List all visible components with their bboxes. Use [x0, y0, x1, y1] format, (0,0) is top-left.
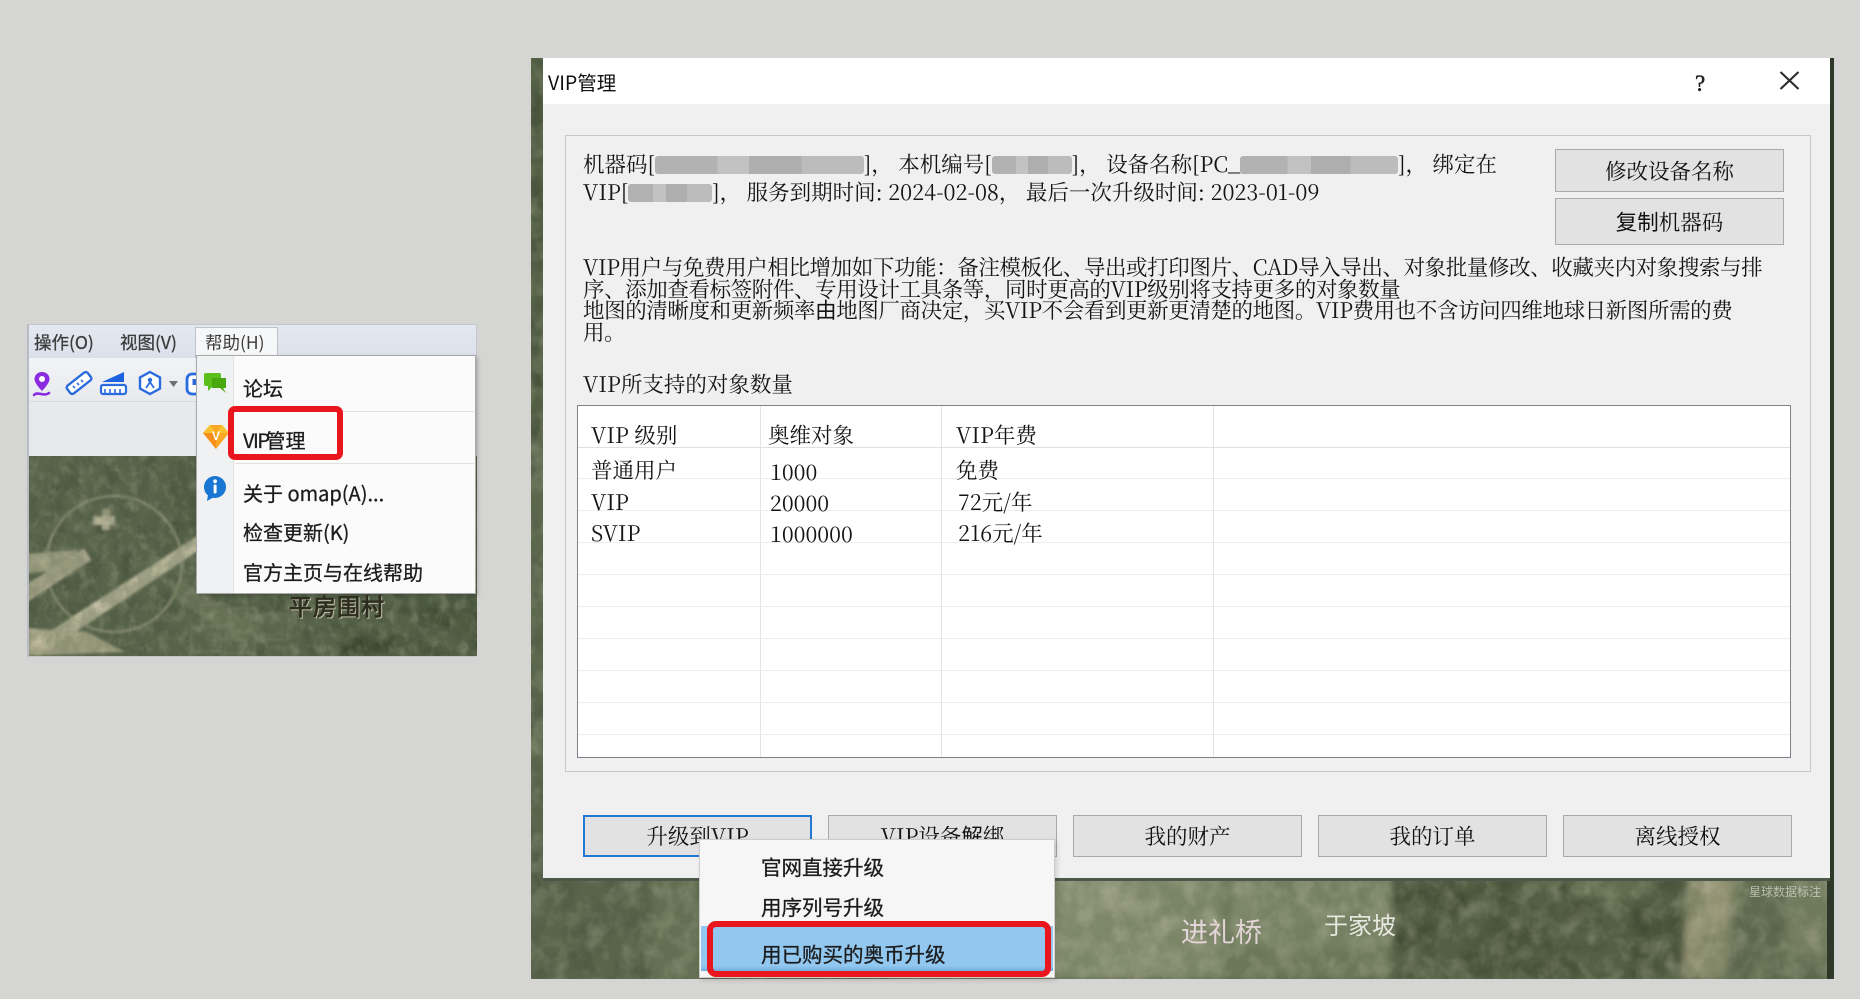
svg-text:星球数据标注: 星球数据标注 — [1749, 883, 1821, 900]
svg-text:V: V — [212, 429, 220, 443]
svg-text:进礼桥: 进礼桥 — [1181, 911, 1262, 950]
svg-text:于家坡: 于家坡 — [1324, 906, 1396, 941]
